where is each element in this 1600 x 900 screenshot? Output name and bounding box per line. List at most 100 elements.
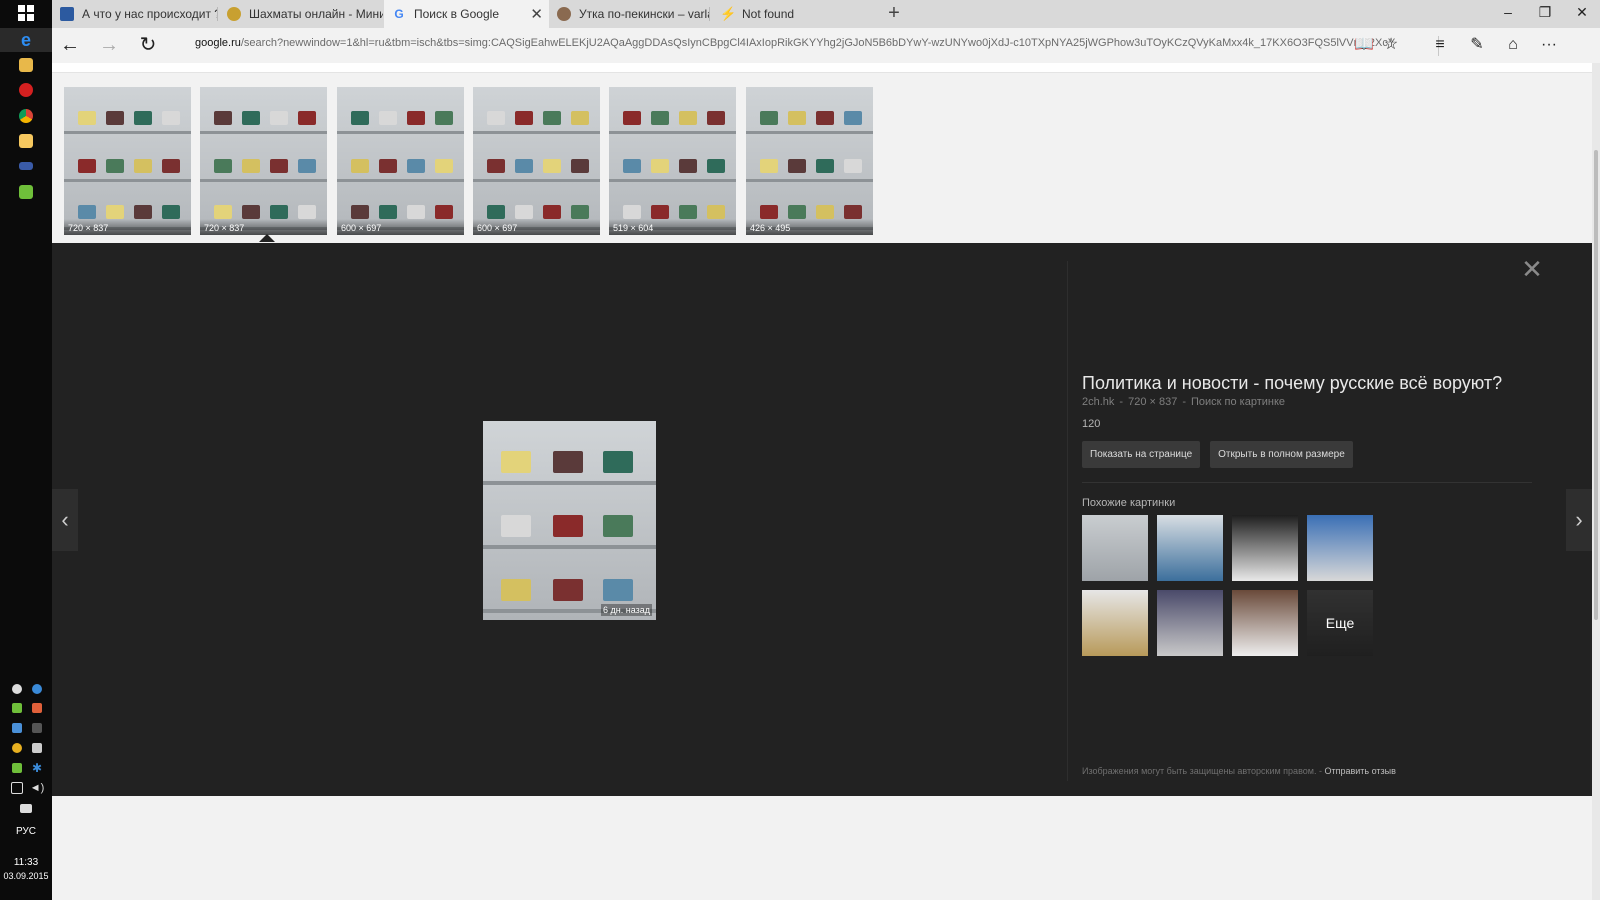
opera-taskbar-icon[interactable] [13, 80, 39, 100]
windows-start-icon[interactable] [13, 3, 39, 23]
product-box [844, 205, 862, 219]
product-box [106, 205, 124, 219]
send-feedback-link[interactable]: Отправить отзыв [1324, 766, 1395, 776]
product-box [515, 205, 533, 219]
image-result-thumb[interactable]: 600 × 697 [473, 87, 600, 235]
shelf-line [746, 131, 873, 134]
similar-image-thumb[interactable] [1157, 515, 1223, 581]
product-box [679, 159, 697, 173]
product-box [788, 205, 806, 219]
shelf-line [64, 179, 191, 182]
utorrent-taskbar-icon[interactable] [13, 182, 39, 202]
browser-toolbar: ← → ↻ google.ru/search?newwindow=1&hl=ru… [52, 28, 1600, 63]
shelf-line [473, 131, 600, 134]
product-box [707, 205, 725, 219]
share-icon[interactable]: ⌂ [1501, 34, 1525, 56]
app3-tray-icon[interactable] [9, 720, 25, 736]
mail-taskbar-icon[interactable] [13, 131, 39, 151]
more-icon[interactable]: ··· [1537, 34, 1561, 56]
chat-tray-icon[interactable] [29, 740, 45, 756]
image-result-thumb[interactable]: 519 × 604 [609, 87, 736, 235]
image-age: 6 дн. назад [601, 604, 652, 616]
close-preview-icon[interactable]: ✕ [1520, 256, 1544, 282]
product-box [162, 111, 180, 125]
web-note-icon[interactable]: ✎ [1465, 34, 1489, 56]
utorrent-tray-icon[interactable] [9, 700, 25, 716]
tab-1[interactable]: А что у нас происходит ? Д [52, 0, 217, 28]
tab-favicon-icon [227, 7, 241, 21]
app-tray-icon[interactable] [29, 681, 45, 697]
app2-tray-icon[interactable] [29, 700, 45, 716]
product-box [543, 111, 561, 125]
prev-image-button[interactable]: ‹ [52, 489, 78, 551]
new-tab-button[interactable]: + [882, 2, 906, 25]
tab-2[interactable]: Шахматы онлайн - Мини-и [219, 0, 383, 28]
similar-image-thumb[interactable] [1232, 515, 1298, 581]
show-on-page-button[interactable]: Показать на странице [1082, 441, 1201, 468]
similar-image-thumb[interactable] [1082, 515, 1148, 581]
product-box [106, 159, 124, 173]
back-button[interactable]: ← [58, 34, 82, 56]
minimize-button[interactable]: – [1494, 4, 1522, 20]
product-box [788, 111, 806, 125]
image-result-thumb[interactable]: 720 × 837 [200, 87, 327, 235]
chrome-tray-icon[interactable] [9, 740, 25, 756]
lightning-favicon-icon: ⚡ [720, 6, 737, 21]
hub-icon[interactable]: ≡ [1428, 34, 1452, 56]
bluetooth-tray-icon[interactable]: ✱ [29, 760, 45, 776]
scrollbar-thumb[interactable] [1594, 150, 1598, 620]
product-box [435, 111, 453, 125]
product-box [78, 159, 96, 173]
notification-tray-icon[interactable] [29, 720, 45, 736]
product-box [487, 111, 505, 125]
favorite-star-icon[interactable]: ☆ [1379, 34, 1403, 56]
open-full-size-button[interactable]: Открыть в полном размере [1210, 441, 1353, 468]
similar-image-thumb[interactable] [1082, 590, 1148, 656]
tab-5[interactable]: ⚡ Not found [712, 0, 877, 28]
tab-close-icon[interactable]: ✕ [530, 5, 543, 23]
product-box [407, 159, 425, 173]
image-dimensions: 426 × 495 [746, 219, 873, 235]
product-box [379, 159, 397, 173]
next-image-button[interactable]: › [1566, 489, 1592, 551]
network-tray-icon[interactable] [9, 780, 25, 796]
product-box [788, 159, 806, 173]
similar-image-thumb[interactable] [1232, 590, 1298, 656]
tab-4[interactable]: Утка по-пекински – varlamc [549, 0, 709, 28]
tab-active[interactable]: G Поиск в Google ✕ [384, 0, 549, 28]
similar-image-thumb[interactable]: Еще [1307, 590, 1373, 656]
refresh-button[interactable]: ↻ [136, 34, 160, 56]
more-similar-link[interactable]: Еще [1307, 590, 1373, 656]
preview-image[interactable]: 6 дн. назад [483, 421, 656, 620]
onedrive-tray-icon[interactable] [9, 681, 25, 697]
preview-title[interactable]: Политика и новости - почему русские всё … [1082, 373, 1552, 394]
similar-image-thumb[interactable] [1157, 590, 1223, 656]
close-window-button[interactable]: ✕ [1568, 4, 1596, 21]
language-indicator[interactable]: РУС [0, 826, 52, 837]
product-box [844, 159, 862, 173]
clock-date[interactable]: 03.09.2015 [0, 871, 52, 881]
app4-tray-icon[interactable] [9, 760, 25, 776]
similar-image-thumb[interactable] [1307, 515, 1373, 581]
file-explorer-taskbar-icon[interactable] [13, 55, 39, 75]
volume-tray-icon[interactable]: ◄) [29, 780, 45, 796]
search-by-image-link[interactable]: Поиск по картинке [1191, 396, 1285, 408]
forward-button[interactable]: → [97, 34, 121, 56]
chrome-taskbar-icon[interactable] [13, 106, 39, 126]
action-center-icon[interactable] [18, 800, 34, 816]
address-bar[interactable]: google.ru/search?newwindow=1&hl=ru&tbm=i… [195, 37, 1395, 55]
product-box [379, 111, 397, 125]
preview-source[interactable]: 2ch.hk [1082, 396, 1114, 408]
reading-view-icon[interactable]: 📖 [1352, 34, 1376, 56]
product-box [651, 111, 669, 125]
edge-taskbar-icon[interactable]: e [0, 28, 52, 52]
product-box [571, 111, 589, 125]
clock-time[interactable]: 11:33 [0, 857, 52, 868]
media-taskbar-icon[interactable] [13, 156, 39, 176]
image-result-thumb[interactable]: 720 × 837 [64, 87, 191, 235]
shelf-line [64, 131, 191, 134]
shelf-line [609, 179, 736, 182]
restore-button[interactable]: ❐ [1531, 4, 1559, 21]
image-result-thumb[interactable]: 600 × 697 [337, 87, 464, 235]
image-result-thumb[interactable]: 426 × 495 [746, 87, 873, 235]
